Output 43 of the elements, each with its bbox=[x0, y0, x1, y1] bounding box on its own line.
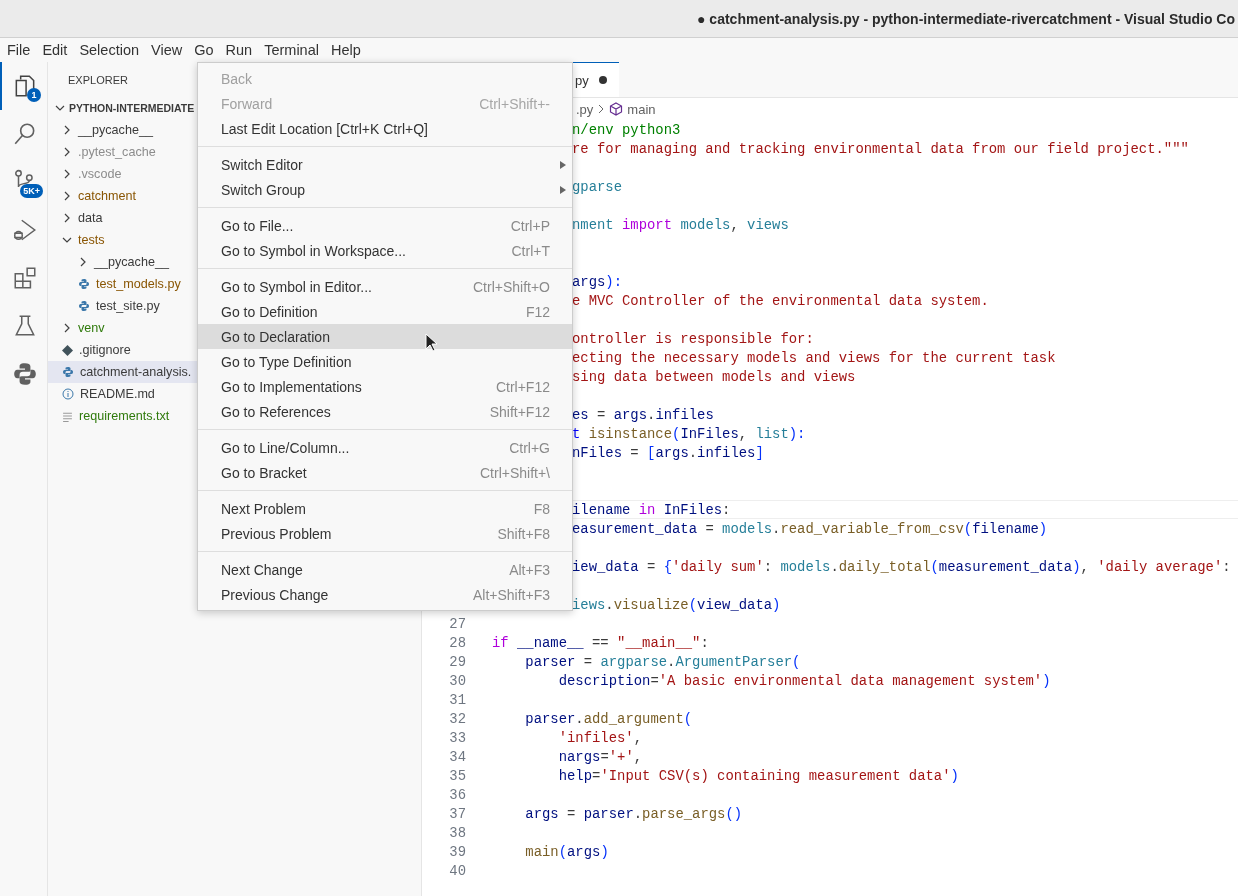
code-line: nment import models, views bbox=[572, 216, 789, 233]
code-line: es = args.infiles bbox=[572, 406, 714, 423]
line-number: 30 bbox=[449, 672, 466, 689]
line-number: 29 bbox=[449, 653, 466, 670]
line-number: 38 bbox=[449, 824, 466, 841]
line-number: 27 bbox=[449, 615, 466, 632]
count-badge: 5K+ bbox=[20, 184, 43, 198]
line-number: 36 bbox=[449, 786, 466, 803]
code-line: nFiles = [args.infiles] bbox=[572, 444, 764, 461]
code-line: parser.add_argument( bbox=[524, 710, 693, 727]
line-number: 31 bbox=[449, 691, 466, 708]
count-badge: 1 bbox=[27, 88, 41, 102]
code-line: 'infiles', bbox=[557, 729, 643, 746]
code-line: args = parser.parse_args() bbox=[524, 805, 743, 822]
line-number: 33 bbox=[449, 729, 466, 746]
line-number: 32 bbox=[449, 710, 466, 727]
code-line: if __name__ == "__main__": bbox=[492, 634, 709, 651]
panel-title: EXPLORER bbox=[68, 74, 128, 86]
code-line: help='Input CSV(s) containing measurement data') bbox=[557, 767, 959, 784]
code-line: iews.visualize(view_data) bbox=[572, 596, 781, 613]
line-number: 39 bbox=[449, 843, 466, 860]
code-line: sing data between models and views bbox=[572, 368, 856, 385]
code-line: iew_data = {'daily sum': models.daily_total(measurement_data), 'daily average': bbox=[572, 558, 1231, 575]
line-number: 37 bbox=[449, 805, 466, 822]
code-line: n/env python3 bbox=[572, 121, 681, 138]
line-number: 40 bbox=[449, 862, 466, 879]
code-line: parser = argparse.ArgumentParser( bbox=[524, 653, 801, 670]
line-number: 34 bbox=[449, 748, 466, 765]
code-line: description='A basic environmental data management system') bbox=[557, 672, 1051, 689]
code-line: ontroller is responsible for: bbox=[572, 330, 814, 347]
code-line: easurement_data = models.read_variable_from_csv(filename) bbox=[572, 520, 1048, 537]
code-line: nargs='+', bbox=[557, 748, 643, 765]
code-line: re for managing and tracking environmental data from our field project.""" bbox=[572, 140, 1189, 157]
line-number: 28 bbox=[449, 634, 466, 651]
code-line: main(args) bbox=[524, 843, 609, 860]
code-line: ilename in InFiles: bbox=[572, 501, 731, 518]
code-line: e MVC Controller of the environmental data system. bbox=[572, 292, 989, 309]
window-title: ● catchment-analysis.py - python-intermediate-rivercatchment - Visual Studio Co bbox=[697, 10, 1235, 27]
code-line: gparse bbox=[572, 178, 622, 195]
code-line: t isinstance(InFiles, list): bbox=[572, 425, 806, 442]
code-line: args): bbox=[572, 273, 622, 290]
code-line: ecting the necessary models and views for the current task bbox=[572, 349, 1056, 366]
line-number: 35 bbox=[449, 767, 466, 784]
